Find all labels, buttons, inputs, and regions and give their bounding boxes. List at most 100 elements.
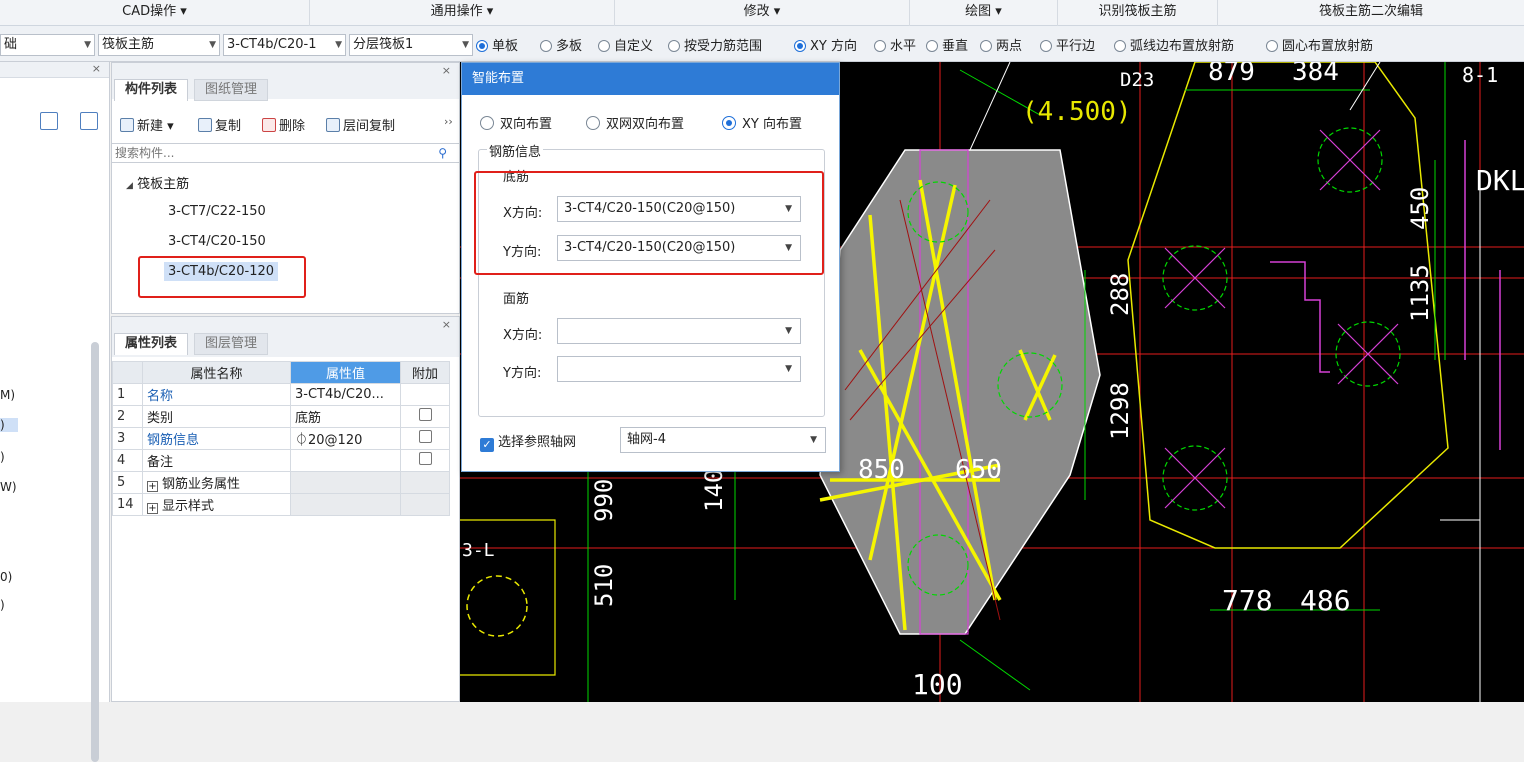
delete-icon xyxy=(262,118,276,132)
ribbon-raft-rebar-edit[interactable]: 筏板主筋二次编辑 xyxy=(1218,0,1524,26)
layer-combo[interactable]: 分层筏板1 ▼ xyxy=(349,34,473,56)
top-x-label: X方向: xyxy=(503,328,543,343)
radio-xy-direction[interactable]: XY 方向 xyxy=(794,35,857,54)
nav-item-fragment[interactable]: ) xyxy=(0,418,18,432)
radio-single-slab[interactable]: 单板 xyxy=(476,35,518,54)
nav-item-fragment[interactable]: W) xyxy=(0,480,17,494)
top-rebar-label: 面筋 xyxy=(503,292,530,307)
property-toolbar: 础 ▼ 筏板主筋 ▼ 3-CT4b/C20-1 ▼ 分层筏板1 ▼ 单板 多板 自定义 … xyxy=(0,26,1524,62)
radio-arc-radial[interactable]: 弧线边布置放射筋 xyxy=(1114,35,1234,54)
table-row[interactable]: 2 类别 底筋 xyxy=(112,405,450,428)
expand-icon[interactable]: + xyxy=(147,481,158,492)
highlight-box xyxy=(138,256,306,298)
table-row[interactable]: 1 名称 3-CT4b/C20... xyxy=(112,383,450,406)
radio-double-net[interactable]: 双网双向布置 xyxy=(586,113,684,132)
label-510: 510 xyxy=(590,564,618,607)
tree-item[interactable]: 3-CT4/C20-150 xyxy=(168,234,266,249)
top-x-select[interactable]: ▼ xyxy=(557,318,801,344)
table-row[interactable]: 14 + 显示样式 xyxy=(112,493,450,516)
radio-icon xyxy=(668,40,680,52)
more-button[interactable]: ›› xyxy=(444,115,453,128)
label-1298: 1298 xyxy=(1106,382,1134,440)
label-879: 879 xyxy=(1208,62,1255,87)
radio-icon xyxy=(480,116,494,130)
left-nav-panel: × M) ) ) W) 0) ) xyxy=(0,62,110,762)
table-row[interactable]: 3 钢筋信息 ⏀20@120 xyxy=(112,427,450,450)
nav-item-fragment[interactable]: 0) xyxy=(0,570,12,584)
expand-icon[interactable]: + xyxy=(147,503,158,514)
reference-grid-select[interactable]: 轴网-4 ▼ xyxy=(620,427,826,453)
floor-copy-icon xyxy=(326,118,340,132)
radio-custom[interactable]: 自定义 xyxy=(598,35,653,54)
detail-view-icon[interactable] xyxy=(80,112,98,130)
dialog-title: 智能布置 xyxy=(462,63,839,95)
label-450: 450 xyxy=(1406,187,1434,230)
tab-property-list[interactable]: 属性列表 xyxy=(114,333,189,355)
header-name: 属性名称 xyxy=(142,361,291,384)
floor-combo[interactable]: 础 ▼ xyxy=(0,34,95,56)
radio-icon xyxy=(586,116,600,130)
search-input[interactable]: 搜索构件... ⚲ xyxy=(112,143,459,163)
expand-triangle-icon: ◢ xyxy=(126,181,133,191)
ribbon-cad-ops[interactable]: CAD操作 ▾ xyxy=(0,0,310,26)
pile-crosses xyxy=(1164,129,1399,509)
ribbon-draw[interactable]: 绘图 ▾ xyxy=(910,0,1058,26)
chevron-down-icon: ▼ xyxy=(785,326,792,336)
radio-icon xyxy=(476,40,488,52)
label-850: 850 xyxy=(858,455,905,485)
scrollbar[interactable] xyxy=(91,342,99,762)
checkbox[interactable] xyxy=(418,408,432,421)
group-title: 钢筋信息 xyxy=(487,141,544,160)
top-y-label: Y方向: xyxy=(503,366,542,381)
radio-center-radial[interactable]: 圆心布置放射筋 xyxy=(1266,35,1373,54)
radio-two-points[interactable]: 两点 xyxy=(980,35,1022,54)
checkbox[interactable] xyxy=(418,430,432,443)
radio-multi-slab[interactable]: 多板 xyxy=(540,35,582,54)
nav-item-fragment[interactable]: ) xyxy=(0,598,5,612)
tree-root[interactable]: ◢ 筏板主筋 xyxy=(126,173,189,192)
label-1135: 1135 xyxy=(1406,264,1434,322)
copy-button[interactable]: 复制 xyxy=(198,115,241,134)
close-icon[interactable]: × xyxy=(92,62,101,75)
chevron-down-icon: ▼ xyxy=(462,40,469,50)
tab-component-list[interactable]: 构件列表 xyxy=(114,79,189,101)
search-icon[interactable]: ⚲ xyxy=(438,144,447,162)
checkbox[interactable] xyxy=(418,452,432,465)
component-combo[interactable]: 3-CT4b/C20-1 ▼ xyxy=(223,34,346,56)
new-button[interactable]: 新建 ▾ xyxy=(120,115,174,134)
reference-grid-checkbox[interactable]: ✓ 选择参照轴网 xyxy=(480,431,576,452)
radio-parallel-edge[interactable]: 平行边 xyxy=(1040,35,1095,54)
tree-item[interactable]: 3-CT7/C22-150 xyxy=(168,204,266,219)
radio-bidirectional[interactable]: 双向布置 xyxy=(480,113,552,132)
tab-drawing-management[interactable]: 图纸管理 xyxy=(194,79,269,101)
radio-icon xyxy=(980,40,992,52)
nav-item-fragment[interactable]: M) xyxy=(0,388,15,402)
panel-header: × xyxy=(0,62,109,78)
ribbon-identify-raft-rebar[interactable]: 识别筏板主筋 xyxy=(1058,0,1218,26)
radio-icon xyxy=(540,40,552,52)
radio-xy-placement[interactable]: XY 向布置 xyxy=(722,113,802,132)
magenta-bars xyxy=(1270,140,1501,450)
radio-icon xyxy=(598,40,610,52)
radio-by-range[interactable]: 按受力筋范围 xyxy=(668,35,762,54)
close-icon[interactable]: × xyxy=(442,318,451,331)
ribbon-modify[interactable]: 修改 ▾ xyxy=(615,0,910,26)
list-view-icon[interactable] xyxy=(40,112,58,130)
close-icon[interactable]: × xyxy=(442,64,451,77)
tab-layer-management[interactable]: 图层管理 xyxy=(194,333,269,355)
top-y-select[interactable]: ▼ xyxy=(557,356,801,382)
radio-icon xyxy=(1114,40,1126,52)
table-row[interactable]: 5 + 钢筋业务属性 xyxy=(112,471,450,494)
nav-item-fragment[interactable]: ) xyxy=(0,450,5,464)
radio-icon xyxy=(722,116,736,130)
ribbon-general-ops[interactable]: 通用操作 ▾ xyxy=(310,0,615,26)
header-extra: 附加 xyxy=(400,361,450,384)
delete-button[interactable]: 删除 xyxy=(262,115,305,134)
chevron-down-icon: ▼ xyxy=(810,435,817,445)
type-combo[interactable]: 筏板主筋 ▼ xyxy=(98,34,220,56)
floor-copy-button[interactable]: 层间复制 xyxy=(326,115,395,134)
radio-vertical[interactable]: 垂直 xyxy=(926,35,968,54)
ribbon: CAD操作 ▾ 通用操作 ▾ 修改 ▾ 绘图 ▾ 识别筏板主筋 筏板主筋二次编辑 xyxy=(0,0,1524,26)
table-row[interactable]: 4 备注 xyxy=(112,449,450,472)
radio-horizontal[interactable]: 水平 xyxy=(874,35,916,54)
